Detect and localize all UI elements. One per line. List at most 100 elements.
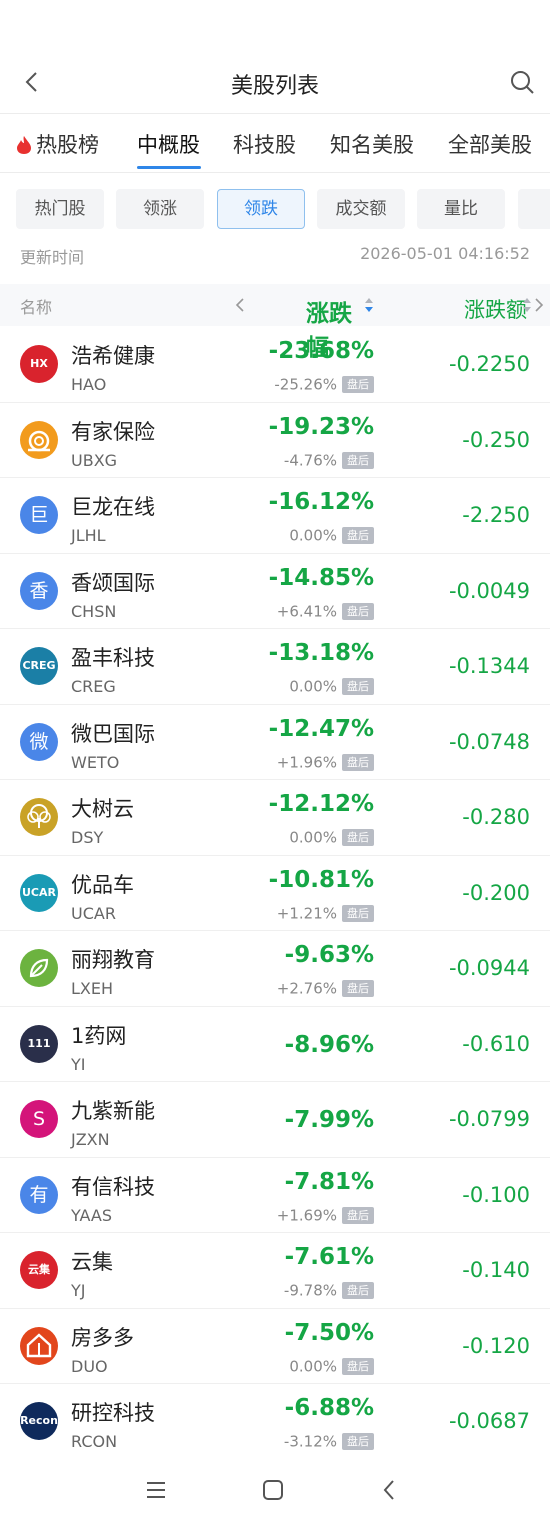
table-row[interactable]: 丽翔教育 LXEH -9.63% +2.76% 盘后 -0.0944 [0,931,550,1007]
flame-icon [17,136,31,154]
stock-name: 九紫新能 [71,1099,155,1123]
chip-losers[interactable]: 领跌 [217,189,305,229]
after-hours-badge: 盘后 [342,1282,374,1299]
table-row[interactable]: 有有信科技 YAAS -7.81% +1.69% 盘后 -0.100 [0,1158,550,1233]
stock-code: CREG [71,677,116,696]
table-row[interactable]: 香香颂国际 CHSN -14.85% +6.41% 盘后 -0.0049 [0,554,550,629]
leaf-icon [20,949,58,987]
stock-logo: UCAR [20,873,58,912]
after-hours-badge: 盘后 [342,1206,374,1224]
stock-name: 浩希健康 [71,344,155,368]
category-tabs: 热股榜 中概股 科技股 知名美股 全部美股 [0,115,550,173]
table-row[interactable]: S 九紫新能 JZXN -7.99% -0.0799 [0,1082,550,1158]
column-chg[interactable]: 涨跌额 [464,294,530,324]
stock-code: YJ [71,1281,86,1300]
after-hours-badge: 盘后 [342,451,374,469]
change-percent: -12.47% [268,715,374,742]
logo-text: 云集 [28,1263,50,1276]
sort-icon[interactable] [522,296,532,314]
search-icon[interactable] [508,68,536,96]
after-hours-value: -25.26% [274,375,337,394]
table-row[interactable]: 巨巨龙在线 JLHL -16.12% 0.00% 盘后 -2.250 [0,478,550,554]
stock-name: 研控科技 [71,1401,155,1425]
tab-label: 热股榜 [36,133,99,157]
after-hours-value: 0.00% [289,828,337,847]
home-icon[interactable] [260,1477,286,1503]
table-row[interactable]: 房多多 DUO -7.50% 0.00% 盘后 -0.120 [0,1309,550,1384]
logo-text: 巨 [29,504,49,526]
after-hours: +2.76% 盘后 [276,978,374,998]
change-percent: -13.18% [268,640,374,666]
chevron-left-icon[interactable] [234,296,246,314]
after-hours-value: 0.00% [289,677,337,696]
chip-hot[interactable]: 热门股 [16,189,104,229]
stock-name: 云集 [71,1250,113,1274]
update-time-label: 更新时间 [20,248,85,267]
table-row[interactable]: 有家保险 UBXG -19.23% -4.76% 盘后 -0.250 [0,403,550,478]
after-hours: -3.12% 盘后 [284,1431,374,1451]
after-hours-badge: 盘后 [342,527,374,544]
logo-text: S [32,1108,46,1130]
table-row[interactable]: 111 1药网 YI -8.96% -0.610 [0,1007,550,1082]
house-icon [20,1326,58,1365]
menu-icon[interactable] [143,1477,169,1503]
tab-underline [137,166,201,169]
sort-desc-icon[interactable] [364,296,374,314]
chip-volume-ratio[interactable]: 量比 [417,189,505,229]
stock-logo: 巨 [20,496,58,534]
update-time-value: 2026-05-01 04:16:52 [360,244,530,263]
tab-china-concept[interactable]: 中概股 [137,129,200,159]
logo-text: UCAR [22,885,56,899]
after-hours-value: +1.96% [276,753,337,771]
logo-text: Recon [20,1414,58,1427]
after-hours: +1.21% 盘后 [277,903,374,922]
tab-famous[interactable]: 知名美股 [330,129,414,159]
table-row[interactable]: CREG 盈丰科技 CREG -13.18% 0.00% 盘后 -0.1344 [0,629,550,705]
stock-name: 优品车 [71,872,134,897]
after-hours-value: +6.41% [276,602,337,620]
change-amount: -0.2250 [448,352,530,376]
change-amount: -0.100 [462,1182,530,1207]
chip-turnover[interactable]: 成交额 [317,189,405,229]
status-bar [0,0,550,50]
after-hours-value: +2.76% [276,979,337,998]
stock-name: 大树云 [71,797,134,821]
stock-list: HX 浩希健康 HAO -23.68% -25.26% 盘后 -0.2250 有家保险 UBXG… [0,327,550,1460]
change-amount: -0.120 [462,1333,530,1358]
table-row[interactable]: 大树云 DSY -12.12% 0.00% 盘后 -0.280 [0,780,550,856]
chip-gainers[interactable]: 领涨 [116,189,204,229]
stock-name: 有家保险 [71,419,155,444]
stock-logo: Recon [20,1402,58,1440]
table-row[interactable]: Recon 研控科技 RCON -6.88% -3.12% 盘后 -0.0687 [0,1384,550,1460]
change-amount: -0.0799 [448,1107,530,1131]
table-row[interactable]: UCAR 优品车 UCAR -10.81% +1.21% 盘后 -0.200 [0,856,550,931]
after-hours: 0.00% 盘后 [289,1356,374,1375]
table-row[interactable]: 云集 云集 YJ -7.61% -9.78% 盘后 -0.140 [0,1233,550,1309]
column-header: 名称 涨跌幅 涨跌额 [0,284,550,361]
logo-text: 微 [29,730,49,753]
stock-code: YI [71,1054,86,1074]
change-amount: -0.610 [462,1031,530,1056]
back-icon[interactable] [377,1477,403,1503]
tab-tech[interactable]: 科技股 [233,129,296,159]
chevron-right-icon[interactable] [533,296,545,314]
stock-code: DSY [71,828,104,847]
chip-turnover-rate[interactable]: 换 [518,189,550,229]
tab-hot[interactable]: 热股榜 [16,129,99,159]
after-hours: +1.96% 盘后 [276,752,374,771]
tab-label: 全部美股 [448,133,532,157]
change-amount: -0.280 [462,805,530,829]
after-hours-badge: 盘后 [342,1433,374,1450]
stock-logo: HX [20,345,58,383]
after-hours-value: -4.76% [283,451,337,469]
table-row[interactable]: 微微巴国际 WETO -12.47% +1.96% 盘后 -0.0748 [0,705,550,780]
table-row[interactable]: HX 浩希健康 HAO -23.68% -25.26% 盘后 -0.2250 [0,327,550,403]
change-percent: -10.81% [268,866,374,893]
tab-label: 知名美股 [330,133,414,157]
stock-name: 房多多 [71,1325,134,1350]
tab-all[interactable]: 全部美股 [448,129,532,159]
after-hours-value: -9.78% [283,1281,337,1300]
after-hours-badge: 盘后 [342,904,374,922]
after-hours: +1.69% 盘后 [277,1205,374,1224]
column-name: 名称 [20,298,53,317]
